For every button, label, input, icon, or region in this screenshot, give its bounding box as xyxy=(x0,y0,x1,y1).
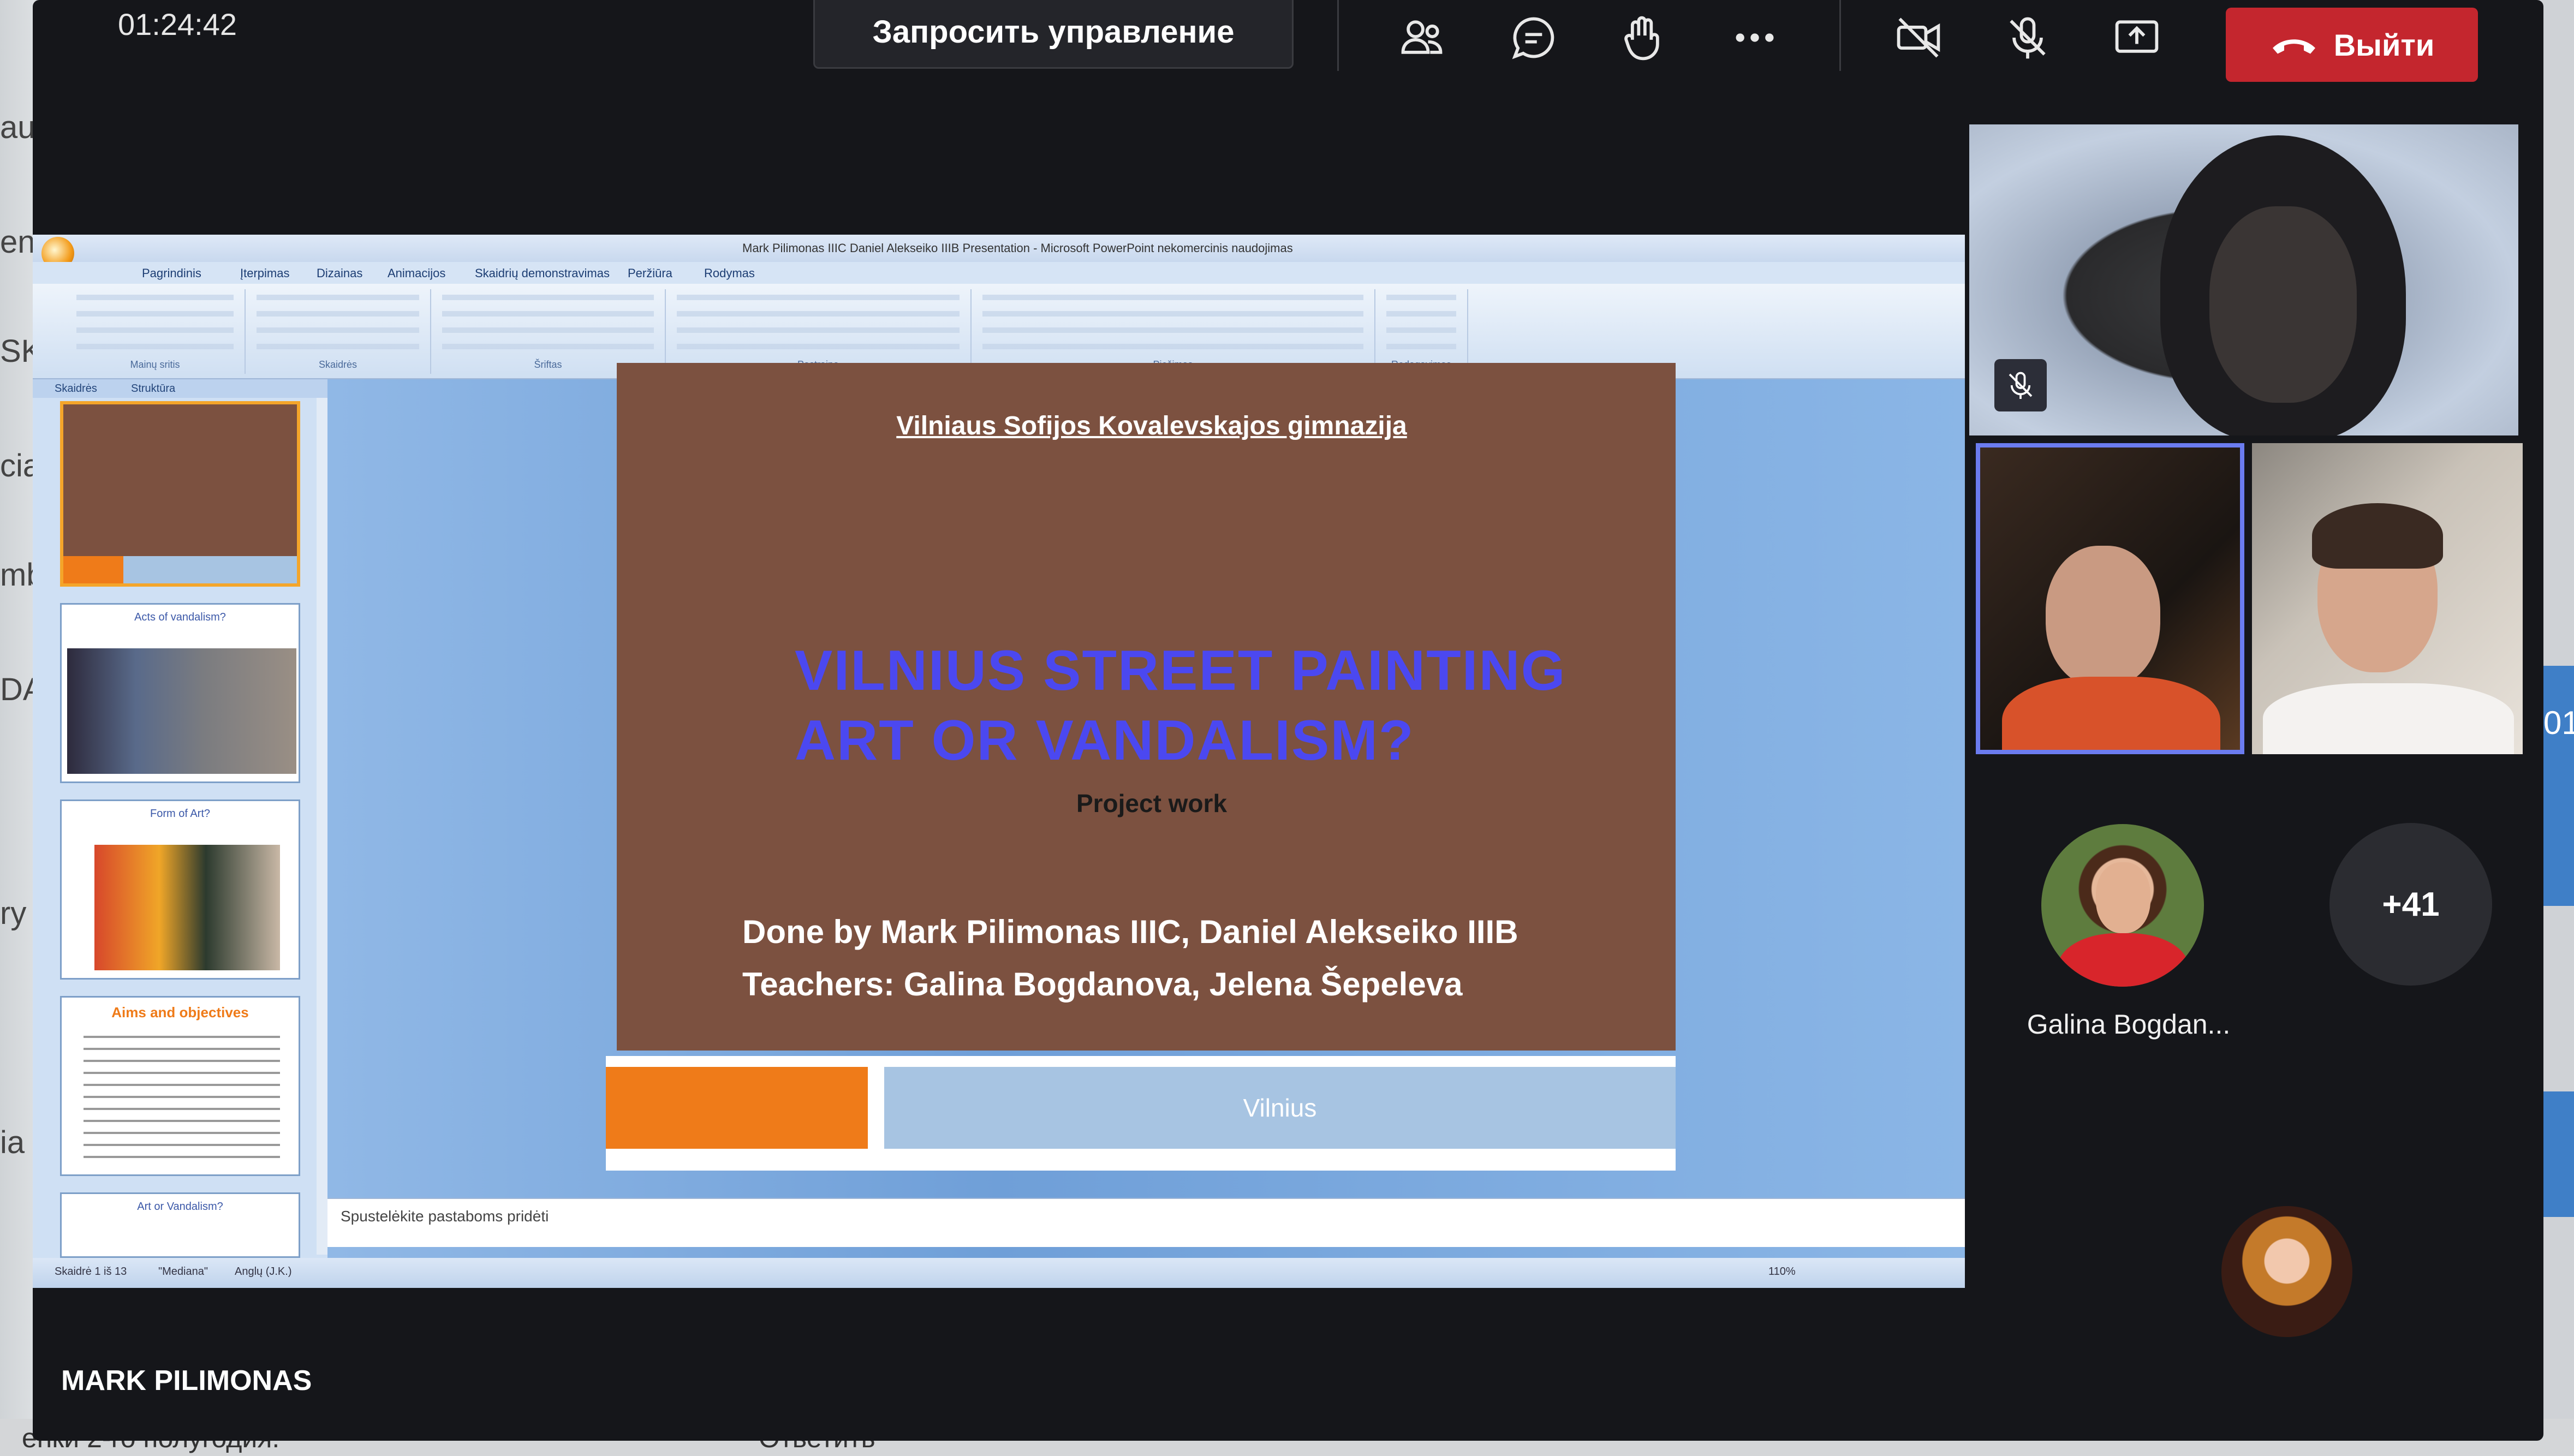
slide-title-line: ART OR VANDALISM? xyxy=(795,709,1415,772)
toolbar-divider xyxy=(1839,0,1841,71)
ppt-status-bar: Skaidrė 1 iš 13 "Mediana" Anglų (J.K.) 1… xyxy=(33,1258,1965,1288)
muted-mic-icon xyxy=(1994,359,2047,411)
ppt-tab[interactable]: Peržiūra xyxy=(628,266,672,281)
slide-thumbnail[interactable]: Art or Vandalism? xyxy=(60,1192,300,1258)
ribbon-group-label: Mainų sritis xyxy=(130,359,180,370)
participant-name: Galina Bogdan... xyxy=(2027,1009,2231,1040)
camera-off-icon[interactable] xyxy=(1888,8,1949,68)
ppt-tab[interactable]: Rodymas xyxy=(704,266,755,281)
ribbon-group: Piešimas xyxy=(972,289,1375,374)
ppt-tab[interactable]: Dizainas xyxy=(317,266,362,281)
slide-title-line: VILNIUS STREET PAINTING xyxy=(795,639,1566,702)
current-slide[interactable]: Vilniaus Sofijos Kovalevskajos gimnazija… xyxy=(606,363,1676,1171)
bg-text: ia xyxy=(0,1125,25,1160)
ribbon-group: Redagavimas xyxy=(1375,289,1468,374)
participant-avatar[interactable] xyxy=(2221,1206,2352,1337)
background-right-edge: 01 xyxy=(2541,0,2574,1456)
bg-blue-block xyxy=(2541,1091,2574,1217)
bg-blue-block xyxy=(2541,666,2574,906)
participant-video-tile[interactable] xyxy=(1969,124,2518,435)
shared-screen: Mark Pilimonas IIIC Daniel Alekseiko III… xyxy=(33,235,1965,1288)
thumbnail-title: Aims and objectives xyxy=(111,1004,249,1021)
notes-pane[interactable]: Spustelėkite pastaboms pridėti xyxy=(327,1198,1965,1247)
participant-video xyxy=(2263,683,2514,754)
ppt-tab[interactable]: Skaidrių demonstravimas xyxy=(475,266,610,281)
slide-authors-line: Done by Mark Pilimonas IIIC, Daniel Alek… xyxy=(742,914,1518,950)
slide-authors: Done by Mark Pilimonas IIIC, Daniel Alek… xyxy=(742,906,1518,1011)
bg-text: ry xyxy=(0,896,27,931)
slide-school-name: Vilniaus Sofijos Kovalevskajos gimnazija xyxy=(896,411,1407,440)
presenter-name: MARK PILIMONAS xyxy=(61,1365,312,1397)
slide-thumbnail[interactable]: Form of Art? xyxy=(60,799,300,980)
thumbnail-panel-tabs: Skaidrės Struktūra xyxy=(33,379,327,398)
slide-subtitle: Project work xyxy=(1076,789,1228,817)
panel-tab-slides[interactable]: Skaidrės xyxy=(55,383,97,395)
slide-footer-orange-block xyxy=(606,1067,868,1149)
thumbnail-title: Acts of vandalism? xyxy=(134,611,226,623)
participant-video xyxy=(2312,503,2443,569)
toolbar-divider xyxy=(1337,0,1339,71)
ribbon-group-label: Skaidrės xyxy=(318,359,358,370)
hang-up-icon xyxy=(2272,39,2315,54)
request-control-button[interactable]: Запросить управление xyxy=(813,0,1294,69)
leave-button[interactable]: Выйти xyxy=(2226,8,2478,82)
ribbon-group: Skaidrės xyxy=(246,289,431,374)
ppt-tab[interactable]: Animacijos xyxy=(388,266,445,281)
slide-thumbnail-panel: Skaidrės Struktūra Acts of vandalism? Fo… xyxy=(33,379,327,1258)
ppt-title-bar: Mark Pilimonas IIIC Daniel Alekseiko III… xyxy=(33,235,1965,270)
chat-icon[interactable] xyxy=(1504,8,1564,68)
panel-tab-outline[interactable]: Struktūra xyxy=(131,383,175,395)
slide-footer-label: Vilnius xyxy=(884,1067,1676,1149)
share-screen-icon[interactable] xyxy=(2107,8,2167,68)
thumbnail-title: Art or Vandalism? xyxy=(137,1201,223,1213)
ribbon-group: Pastraipa xyxy=(666,289,972,374)
ppt-tab[interactable]: Pagrindinis xyxy=(142,266,201,281)
slide-thumbnail[interactable]: Aims and objectives xyxy=(60,996,300,1176)
call-timer: 01:24:42 xyxy=(118,7,237,41)
slide-thumbnail[interactable]: Acts of vandalism? xyxy=(60,603,300,783)
status-slide-count: Skaidrė 1 iš 13 xyxy=(55,1266,127,1278)
ppt-window-title: Mark Pilimonas IIIC Daniel Alekseiko III… xyxy=(742,241,1293,255)
participants-icon[interactable] xyxy=(1392,8,1452,68)
participant-video xyxy=(2002,677,2220,750)
meeting-toolbar: 01:24:42 Запросить управление Выйти xyxy=(33,0,2543,82)
slide-footer: Vilnius xyxy=(606,1056,1676,1171)
leave-label: Выйти xyxy=(2333,27,2435,62)
ppt-tab[interactable]: Įterpimas xyxy=(240,266,289,281)
thumbnail-scrollbar[interactable] xyxy=(317,398,327,1255)
thumbnail-title: Form of Art? xyxy=(150,808,211,820)
mic-off-icon[interactable] xyxy=(1998,8,2058,68)
ppt-work-area: Skaidrės Struktūra Acts of vandalism? Fo… xyxy=(33,363,1965,1258)
slide-title: VILNIUS STREET PAINTING ART OR VANDALISM… xyxy=(795,636,1566,775)
ppt-ribbon-tabs: Pagrindinis Įterpimas Dizainas Animacijo… xyxy=(33,262,1965,284)
participant-video xyxy=(2046,546,2160,688)
more-options-icon[interactable] xyxy=(1725,8,1785,68)
ribbon-group: Šriftas xyxy=(431,289,666,374)
status-language: Anglų (J.K.) xyxy=(235,1266,292,1278)
bg-text: 01 xyxy=(2543,705,2574,741)
participant-video-tile[interactable] xyxy=(2252,443,2523,754)
slide-teachers-line: Teachers: Galina Bogdanova, Jelena Šepel… xyxy=(742,966,1463,1003)
meeting-window: 01:24:42 Запросить управление Выйти Mark… xyxy=(33,0,2543,1441)
more-participants-button[interactable]: +41 xyxy=(2329,823,2492,986)
participant-avatar[interactable] xyxy=(2041,824,2204,987)
slide-thumbnail[interactable] xyxy=(60,401,300,587)
status-theme: "Mediana" xyxy=(158,1266,208,1278)
raise-hand-icon[interactable] xyxy=(1613,8,1673,68)
status-zoom[interactable]: 110% xyxy=(1768,1266,1796,1278)
participant-video-tile-active-speaker[interactable] xyxy=(1976,443,2244,754)
participant-video xyxy=(2209,206,2357,403)
ribbon-group: Mainų sritis xyxy=(65,289,246,374)
